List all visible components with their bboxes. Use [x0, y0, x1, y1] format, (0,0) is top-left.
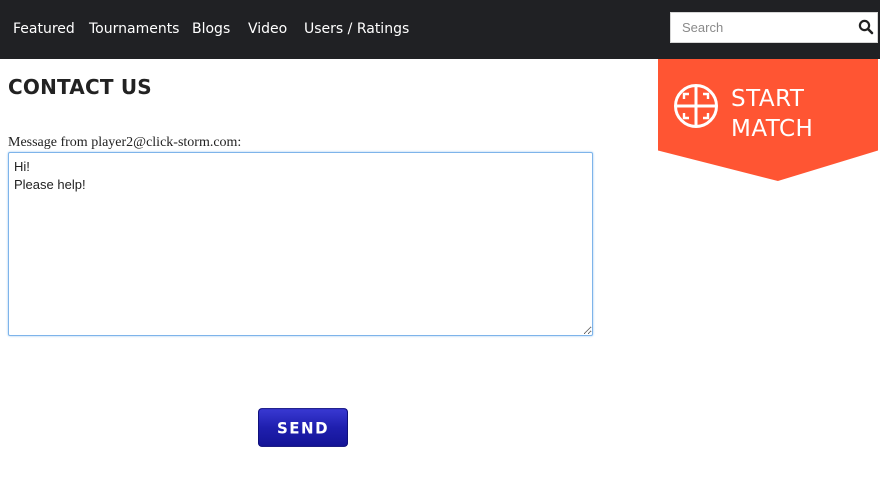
- search-input[interactable]: [671, 13, 849, 42]
- page-title: CONTACT US: [8, 75, 152, 99]
- crosshair-icon: [674, 84, 718, 128]
- start-match-line2: MATCH: [731, 116, 814, 142]
- nav-item-featured[interactable]: Featured: [13, 21, 75, 37]
- top-navigation: Featured Tournaments Blogs Video Users /…: [0, 0, 880, 59]
- start-match-line1: START: [731, 86, 805, 112]
- start-match-label: START MATCH: [731, 84, 813, 144]
- message-label: Message from player2@click-storm.com:: [8, 135, 242, 150]
- nav-item-users-ratings[interactable]: Users / Ratings: [304, 21, 409, 37]
- nav-item-blogs[interactable]: Blogs: [192, 21, 230, 37]
- nav-item-video[interactable]: Video: [248, 21, 287, 37]
- message-textarea[interactable]: Hi! Please help!: [8, 152, 593, 336]
- start-match-banner[interactable]: START MATCH: [658, 59, 878, 181]
- send-button[interactable]: SEND: [258, 408, 348, 447]
- search-box: [670, 12, 878, 43]
- search-icon[interactable]: [858, 19, 874, 35]
- nav-item-tournaments[interactable]: Tournaments: [89, 21, 179, 37]
